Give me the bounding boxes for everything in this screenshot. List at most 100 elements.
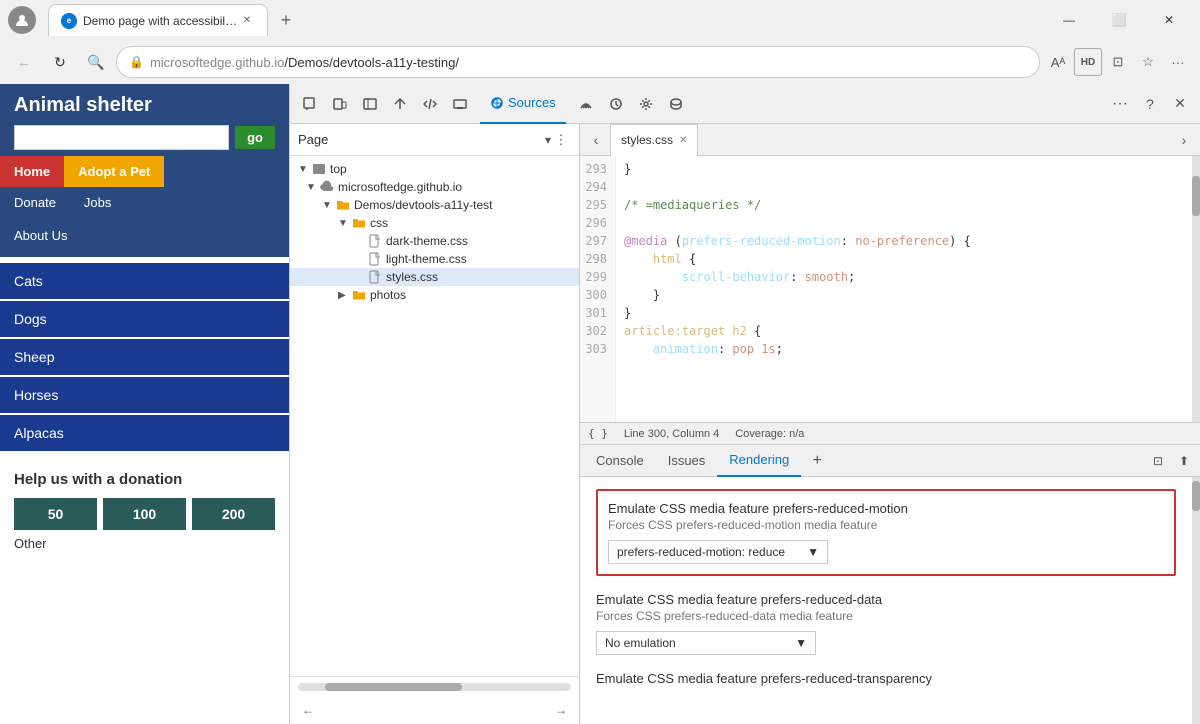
sheep-link[interactable]: Sheep [0, 339, 289, 375]
screencast-button[interactable] [446, 90, 474, 118]
tree-item-light[interactable]: ▶ light-theme.css [290, 250, 579, 268]
status-position: Line 300, Column 4 [624, 428, 719, 440]
devtools-panel: Sources ··· ? ✕ [290, 84, 1200, 724]
tree-item-photos[interactable]: ▶ photos [290, 286, 579, 304]
tree-item-top[interactable]: ▼ top [290, 160, 579, 178]
browser-more-button[interactable]: ··· [1164, 48, 1192, 76]
device-emulation-button[interactable] [326, 90, 354, 118]
navigate-up-button[interactable] [386, 90, 414, 118]
rendering-scrollbar[interactable] [1192, 477, 1200, 724]
tree-item-styles[interactable]: ▶ styles.css [290, 268, 579, 286]
devtools-help-button[interactable]: ? [1136, 90, 1164, 118]
tree-item-domain[interactable]: ▼ microsoftedge.github.io [290, 178, 579, 196]
split-button[interactable]: ⊡ [1104, 48, 1132, 76]
sidebar-toggle-button[interactable] [356, 90, 384, 118]
browser-tab[interactable]: e Demo page with accessibility iss ✕ [48, 4, 268, 36]
memory-button[interactable] [662, 90, 690, 118]
folder-photos-icon [352, 288, 366, 302]
code-content[interactable]: } /* =mediaqueries */ @media (prefers-re… [616, 156, 1192, 422]
render-data-arrow: ▼ [795, 636, 807, 650]
tree-light-label: light-theme.css [386, 252, 467, 266]
new-tab-button[interactable]: + [272, 6, 300, 34]
code-tab-close-button[interactable]: ✕ [679, 135, 687, 146]
search-button[interactable]: 🔍 [80, 46, 112, 78]
search-submit-button[interactable]: go [235, 126, 275, 149]
tab-close-button[interactable]: ✕ [239, 13, 255, 29]
tree-demos-label: Demos/devtools-a11y-test [354, 198, 493, 212]
settings-button[interactable] [632, 90, 660, 118]
render-data-dropdown[interactable]: No emulation ▼ [596, 631, 816, 655]
nav-adopt-link[interactable]: Adopt a Pet [64, 156, 164, 187]
bottom-maximize-button[interactable]: ⬆ [1172, 449, 1196, 473]
sources-tab-label: Sources [508, 95, 556, 110]
donation-200-button[interactable]: 200 [192, 498, 275, 530]
tree-item-dark[interactable]: ▶ dark-theme.css [290, 232, 579, 250]
minimize-button[interactable]: — [1046, 4, 1092, 36]
donation-other-link[interactable]: Other [14, 536, 275, 551]
code-line-294 [624, 178, 1184, 196]
read-aloud-button[interactable]: Aᴬ [1044, 48, 1072, 76]
alpacas-link[interactable]: Alpacas [0, 415, 289, 451]
donation-100-button[interactable]: 100 [103, 498, 186, 530]
dogs-link[interactable]: Dogs [0, 301, 289, 337]
close-button[interactable]: ✕ [1146, 4, 1192, 36]
folder-css-icon [352, 216, 366, 230]
performance-button[interactable] [602, 90, 630, 118]
code-scrollbar-thumb [1192, 176, 1200, 216]
render-motion-value: prefers-reduced-motion: reduce [617, 545, 785, 559]
render-motion-label: Emulate CSS media feature prefers-reduce… [608, 501, 1164, 516]
tree-domain-label: microsoftedge.github.io [338, 180, 462, 194]
issues-tab[interactable]: Issues [656, 445, 718, 477]
bottom-dock-button[interactable]: ⊡ [1146, 449, 1170, 473]
file-tree-more-button[interactable]: ⋮ [551, 130, 571, 150]
console-tab[interactable]: Console [584, 445, 656, 477]
donation-50-button[interactable]: 50 [14, 498, 97, 530]
code-panel-dock-button[interactable]: › [1172, 128, 1196, 152]
profile-button[interactable] [8, 6, 36, 34]
code-scrollbar[interactable] [1192, 156, 1200, 422]
address-field[interactable]: 🔒 microsoftedge.github.io/Demos/devtools… [116, 46, 1040, 78]
nav-home-link[interactable]: Home [0, 156, 64, 187]
tree-item-css[interactable]: ▼ css [290, 214, 579, 232]
source-code-button[interactable] [416, 90, 444, 118]
donation-section: Help us with a donation 50 100 200 Other [0, 459, 289, 563]
folder-demos-icon [336, 198, 350, 212]
favorites-button[interactable]: ☆ [1134, 48, 1162, 76]
devtools-close-button[interactable]: ✕ [1166, 90, 1194, 118]
code-line-297: @media (prefers-reduced-motion: no-prefe… [624, 232, 1184, 250]
render-data-value: No emulation [605, 636, 676, 650]
cats-link[interactable]: Cats [0, 263, 289, 299]
tree-arrow-css: ▼ [338, 218, 350, 229]
tree-nav-left[interactable]: ← [298, 700, 318, 720]
back-button[interactable]: ← [8, 46, 40, 78]
styles-css-tab[interactable]: styles.css ✕ [610, 124, 698, 156]
network-conditions-button[interactable] [572, 90, 600, 118]
bottom-panel: Console Issues Rendering + ⊡ ⬆ [580, 444, 1200, 724]
add-tab-button[interactable]: + [805, 449, 829, 473]
search-input[interactable] [14, 125, 229, 150]
restore-button[interactable]: ⬜ [1096, 4, 1142, 36]
tree-photos-label: photos [370, 288, 406, 302]
devtools-more-button[interactable]: ··· [1106, 90, 1134, 118]
nav-row-2: Donate Jobs [0, 187, 289, 220]
inspect-element-button[interactable] [296, 90, 324, 118]
nav-donate-link[interactable]: Donate [0, 187, 70, 218]
nav-about-link[interactable]: About Us [0, 220, 289, 251]
reload-button[interactable]: ↻ [44, 46, 76, 78]
tree-item-demos[interactable]: ▼ Demos/devtools-a11y-test [290, 196, 579, 214]
code-line-299: scroll-behavior: smooth; [624, 268, 1184, 286]
render-motion-dropdown[interactable]: prefers-reduced-motion: reduce ▼ [608, 540, 828, 564]
tree-top-label: top [330, 162, 347, 176]
tree-arrow-domain: ▼ [306, 182, 318, 193]
sources-tab-button[interactable]: Sources [480, 84, 566, 124]
rendering-tab[interactable]: Rendering [717, 445, 801, 477]
bottom-actions: ⊡ ⬆ [1146, 449, 1196, 473]
code-panel-back-button[interactable]: ‹ [584, 128, 608, 152]
tree-nav-right[interactable]: → [551, 700, 571, 720]
code-area: 293294295296297298299300301302303 } /* =… [580, 156, 1200, 422]
hd-button[interactable]: HD [1074, 48, 1102, 76]
horses-link[interactable]: Horses [0, 377, 289, 413]
tab-favicon: e [61, 13, 77, 29]
page-label[interactable]: Page [298, 132, 545, 147]
nav-jobs-link[interactable]: Jobs [70, 187, 125, 218]
